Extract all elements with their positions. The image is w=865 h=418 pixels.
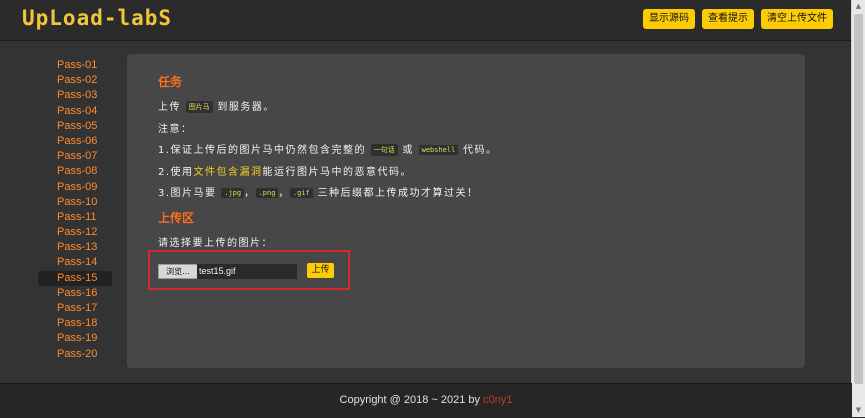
sidebar-item-pass-07[interactable]: Pass-07 [38, 149, 112, 164]
scroll-up-icon[interactable]: ▲ [852, 0, 865, 12]
code-tag: .gif [289, 188, 313, 198]
task-text: 3.图片马要 [158, 188, 217, 199]
code-tag: .jpg [221, 188, 245, 198]
sidebar-item-pass-19[interactable]: Pass-19 [38, 331, 112, 346]
code-tag: 图片马 [185, 101, 213, 113]
scroll-thumb[interactable] [854, 14, 863, 384]
sidebar-item-pass-15[interactable]: Pass-15 [38, 270, 112, 286]
footer: Copyright @ 2018 ~ 2021 by c0ny1 [0, 383, 852, 418]
pass-sidebar: Pass-01 Pass-02 Pass-03 Pass-04 Pass-05 Pass-… [38, 58, 112, 362]
sidebar-item-pass-08[interactable]: Pass-08 [38, 164, 112, 179]
sidebar-item-pass-05[interactable]: Pass-05 [38, 119, 112, 134]
task-title: 任务 [158, 75, 183, 89]
author-link[interactable]: c0ny1 [483, 394, 512, 406]
show-hint-button[interactable]: 查看提示 [702, 9, 754, 29]
task-line-1: 上传 图片马 到服务器。 [158, 98, 275, 113]
sidebar-item-pass-06[interactable]: Pass-06 [38, 134, 112, 149]
sidebar-item-pass-02[interactable]: Pass-02 [38, 73, 112, 88]
task-line-item1: 1.保证上传后的图片马中仍然包含完整的 一句话 或 webshell 代码。 [158, 141, 498, 156]
sidebar-item-pass-20[interactable]: Pass-20 [38, 347, 112, 362]
sidebar-item-pass-09[interactable]: Pass-09 [38, 180, 112, 195]
sidebar-item-pass-13[interactable]: Pass-13 [38, 240, 112, 255]
sidebar-item-pass-03[interactable]: Pass-03 [38, 88, 112, 103]
task-text: ， [244, 188, 256, 199]
task-text: 到服务器。 [217, 102, 275, 113]
sidebar-item-pass-16[interactable]: Pass-16 [38, 286, 112, 301]
sidebar-item-pass-01[interactable]: Pass-01 [38, 58, 112, 73]
upload-title: 上传区 [158, 211, 195, 225]
code-tag: .png [255, 188, 279, 198]
sidebar-item-pass-10[interactable]: Pass-10 [38, 195, 112, 210]
task-text: 能运行图片马中的恶意代码。 [262, 167, 413, 178]
note-label: 注意： [158, 124, 193, 135]
sidebar-item-pass-17[interactable]: Pass-17 [38, 301, 112, 316]
task-text: 三种后缀都上传成功才算过关！ [317, 188, 479, 199]
upload-submit-button[interactable]: 上传 [307, 263, 334, 278]
header-bar: UpLoad-labS 显示源码 查看提示 清空上传文件 [0, 0, 852, 41]
sidebar-item-pass-14[interactable]: Pass-14 [38, 255, 112, 270]
task-line-item2: 2.使用文件包含漏洞能运行图片马中的恶意代码。 [158, 163, 412, 178]
sidebar-item-pass-11[interactable]: Pass-11 [38, 210, 112, 225]
upload-prompt: 请选择要上传的图片： [158, 238, 273, 249]
highlight-text: 文件包含漏洞 [193, 167, 263, 178]
scroll-down-icon[interactable]: ▼ [852, 404, 865, 416]
task-text: ， [278, 188, 290, 199]
clear-uploads-button[interactable]: 清空上传文件 [761, 9, 833, 29]
task-line-item3: 3.图片马要 .jpg， .png， .gif 三种后缀都上传成功才算过关！ [158, 184, 479, 199]
sidebar-item-pass-04[interactable]: Pass-04 [38, 104, 112, 119]
task-text: 1.保证上传后的图片马中仍然包含完整的 [158, 145, 367, 156]
vertical-scrollbar[interactable]: ▲ ▼ [851, 0, 865, 417]
show-source-button[interactable]: 显示源码 [643, 9, 695, 29]
copyright-text: Copyright @ 2018 ~ 2021 by [339, 394, 484, 406]
site-logo[interactable]: UpLoad-labS [22, 6, 172, 30]
code-tag: webshell [418, 145, 459, 155]
task-text: 2.使用 [158, 167, 194, 178]
upload-area: 浏览... test15.gif 上传 [148, 250, 350, 290]
main-panel: 任务 上传 图片马 到服务器。 注意： 1.保证上传后的图片马中仍然包含完整的 … [127, 54, 805, 368]
sidebar-item-pass-12[interactable]: Pass-12 [38, 225, 112, 240]
task-text: 上传 [158, 102, 181, 113]
task-text: 代码。 [463, 145, 498, 156]
code-tag: 一句话 [370, 144, 398, 156]
sidebar-item-pass-18[interactable]: Pass-18 [38, 316, 112, 331]
task-text: 或 [402, 145, 414, 156]
browse-button[interactable]: 浏览... [158, 264, 198, 279]
file-name-field[interactable]: test15.gif [197, 264, 297, 279]
